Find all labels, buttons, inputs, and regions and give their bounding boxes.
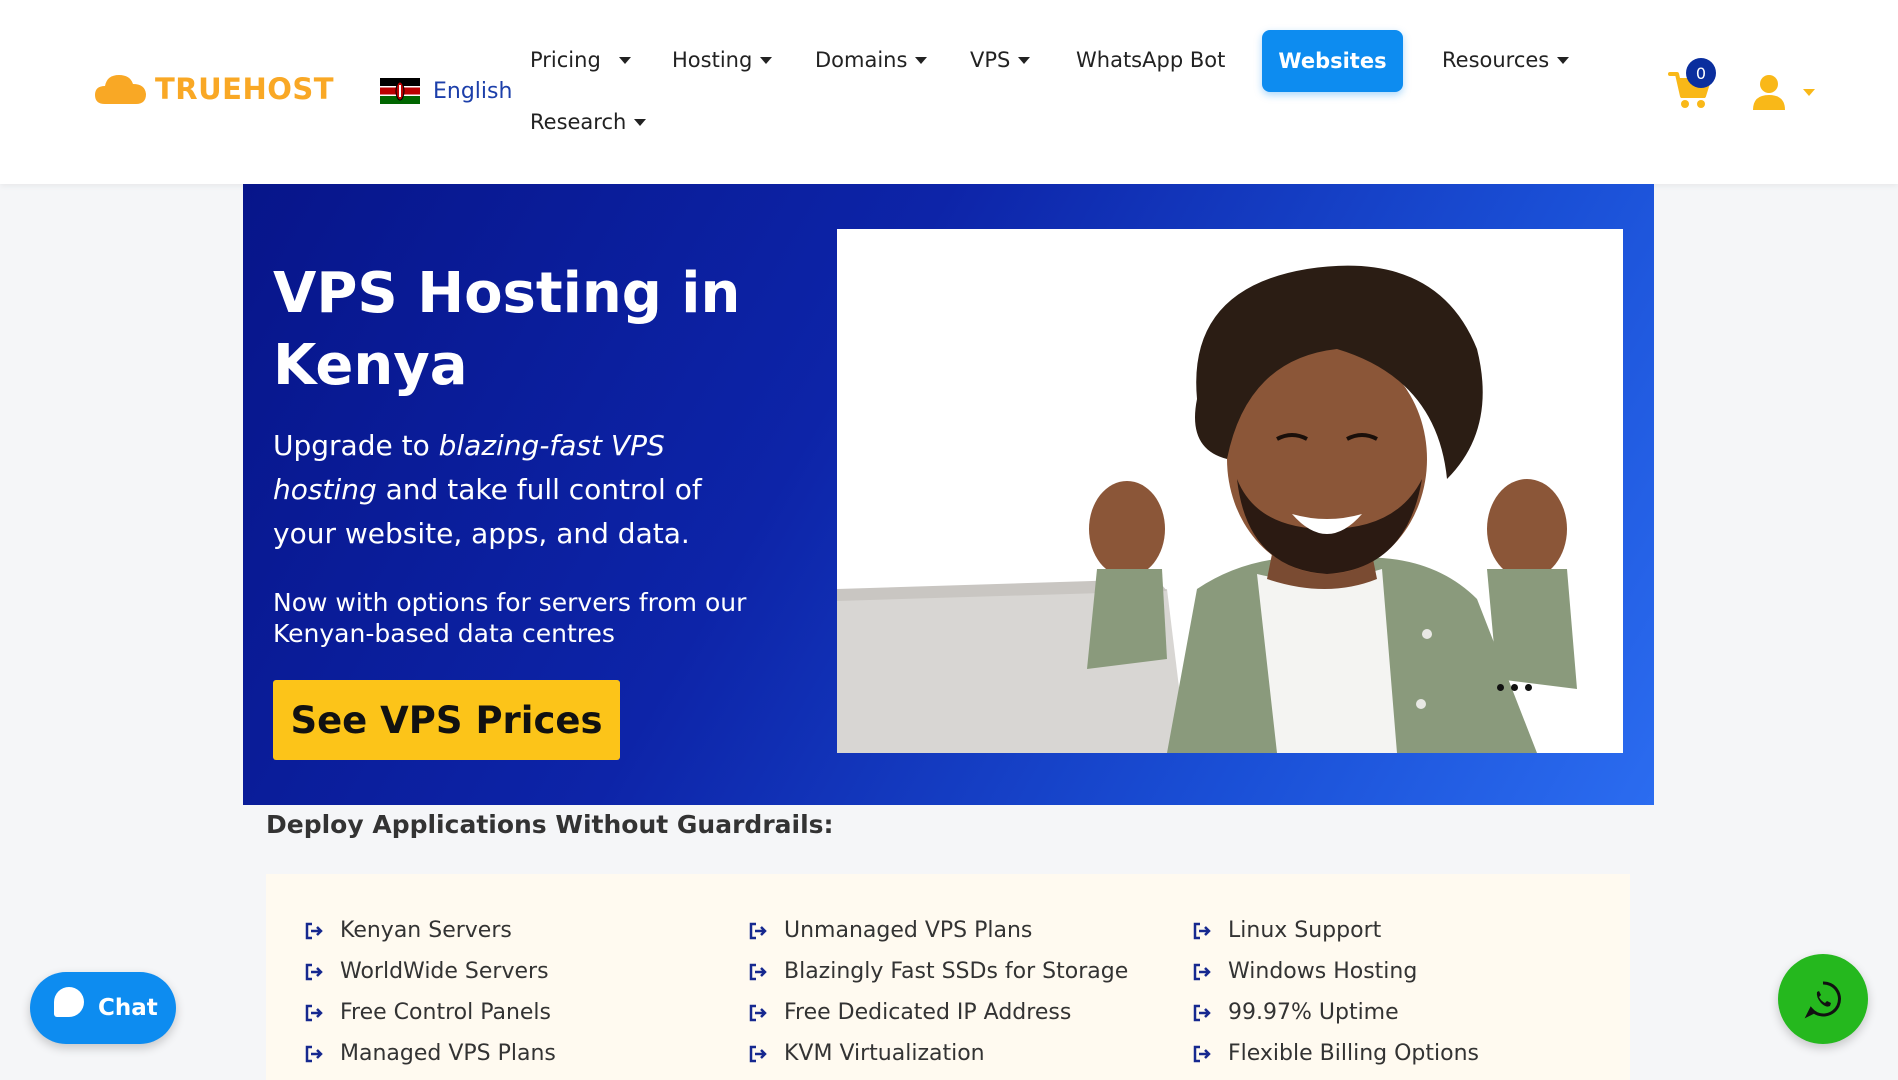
features-heading: Deploy Applications Without Guardrails: [266, 810, 834, 839]
nav-vps-label: VPS [970, 48, 1011, 72]
feature-item: 99.97% Uptime [1192, 992, 1479, 1033]
hero-note: Now with options for servers from our Ke… [273, 588, 747, 648]
feature-label: 99.97% Uptime [1228, 1000, 1399, 1025]
nav-resources[interactable]: Resources [1442, 48, 1570, 72]
dot [1497, 684, 1504, 691]
language-selector[interactable]: English [380, 78, 512, 104]
kenya-flag-icon [380, 78, 420, 104]
feature-item: Managed VPS Plans [304, 1033, 556, 1074]
features-panel: Kenyan Servers WorldWide Servers Free Co… [266, 874, 1630, 1080]
feature-item: WorldWide Servers [304, 951, 556, 992]
feature-item: Free Control Panels [304, 992, 556, 1033]
chevron-down-icon [634, 118, 647, 126]
whatsapp-button[interactable] [1778, 954, 1868, 1044]
chevron-down-icon[interactable] [1803, 89, 1815, 96]
dot [1511, 684, 1518, 691]
language-label: English [433, 78, 513, 104]
nav-hosting-label: Hosting [672, 48, 753, 72]
truehost-logo[interactable]: TRUEHOST [95, 72, 334, 106]
nav-resources-label: Resources [1442, 48, 1550, 72]
nav-whatsapp-bot[interactable]: WhatsApp Bot [1076, 48, 1225, 72]
feature-item: Flexible Billing Options [1192, 1033, 1479, 1074]
cloud-logo-icon [95, 75, 146, 104]
chat-button[interactable]: Chat [30, 972, 176, 1044]
features-column-2: Unmanaged VPS Plans Blazingly Fast SSDs … [748, 910, 1128, 1074]
chevron-down-icon [760, 56, 773, 64]
chat-label: Chat [98, 995, 158, 1021]
nav-pricing-label: Pricing [530, 48, 601, 72]
feature-item: Windows Hosting [1192, 951, 1479, 992]
excited-man-illustration [837, 265, 1577, 753]
feature-item: Unmanaged VPS Plans [748, 910, 1128, 951]
sign-in-arrow-icon [305, 1004, 323, 1021]
sign-in-arrow-icon [749, 1004, 767, 1021]
sign-in-arrow-icon [305, 963, 323, 980]
hero-title: VPS Hosting in Kenya [273, 261, 741, 398]
chat-bubble-icon [54, 987, 84, 1017]
feature-label: Free Control Panels [340, 1000, 552, 1025]
sign-in-arrow-icon [1193, 1045, 1211, 1062]
feature-label: Kenyan Servers [340, 918, 512, 943]
see-vps-prices-button[interactable]: See VPS Prices [273, 680, 620, 760]
sign-in-arrow-icon [749, 922, 767, 939]
dot [1525, 684, 1532, 691]
features-column-3: Linux Support Windows Hosting 99.97% Upt… [1192, 910, 1479, 1074]
sign-in-arrow-icon [1193, 1004, 1211, 1021]
feature-label: Linux Support [1228, 918, 1382, 943]
sign-in-arrow-icon [1193, 922, 1211, 939]
nav-hosting[interactable]: Hosting [672, 48, 773, 72]
feature-label: Blazingly Fast SSDs for Storage [784, 959, 1129, 984]
sign-in-arrow-icon [749, 963, 767, 980]
websites-button[interactable]: Websites [1262, 30, 1403, 92]
feature-label: Managed VPS Plans [340, 1041, 556, 1066]
feature-item: Linux Support [1192, 910, 1479, 951]
sign-in-arrow-icon [305, 922, 323, 939]
feature-item: Blazingly Fast SSDs for Storage [748, 951, 1128, 992]
chevron-down-icon [1018, 56, 1031, 64]
hero-image [837, 229, 1623, 753]
brand-name: TRUEHOST [155, 72, 335, 106]
feature-item: Kenyan Servers [304, 910, 556, 951]
feature-label: Unmanaged VPS Plans [784, 918, 1033, 943]
more-options-icon[interactable] [1497, 684, 1532, 691]
hero-banner: VPS Hosting in Kenya Upgrade to blazing-… [243, 184, 1654, 805]
features-column-1: Kenyan Servers WorldWide Servers Free Co… [304, 910, 556, 1074]
hero-subtitle: Upgrade to blazing-fast VPS hosting and … [273, 424, 743, 556]
nav-whatsapp-bot-label: WhatsApp Bot [1076, 48, 1226, 72]
feature-label: WorldWide Servers [340, 959, 549, 984]
nav-domains-label: Domains [815, 48, 908, 72]
sign-in-arrow-icon [1193, 963, 1211, 980]
feature-label: KVM Virtualization [784, 1041, 985, 1066]
nav-pricing[interactable]: Pricing [530, 48, 631, 72]
sign-in-arrow-icon [305, 1045, 323, 1062]
feature-item: Free Dedicated IP Address [748, 992, 1128, 1033]
chevron-down-icon [915, 56, 928, 64]
chevron-down-icon [1557, 56, 1570, 64]
site-header: TRUEHOST English Pricing Hosting Domains… [0, 0, 1898, 184]
nav-vps[interactable]: VPS [970, 48, 1031, 72]
cart-count-badge: 0 [1686, 58, 1716, 88]
user-icon[interactable] [1752, 74, 1786, 110]
chevron-down-icon [618, 56, 631, 64]
feature-label: Flexible Billing Options [1228, 1041, 1479, 1066]
feature-label: Free Dedicated IP Address [784, 1000, 1072, 1025]
hero-subtitle-prefix: Upgrade to [273, 429, 439, 462]
nav-research-label: Research [530, 110, 627, 134]
nav-domains[interactable]: Domains [815, 48, 928, 72]
whatsapp-icon [1804, 981, 1841, 1019]
sign-in-arrow-icon [749, 1045, 767, 1062]
nav-research[interactable]: Research [530, 110, 647, 134]
feature-label: Windows Hosting [1228, 959, 1418, 984]
feature-item: KVM Virtualization [748, 1033, 1128, 1074]
